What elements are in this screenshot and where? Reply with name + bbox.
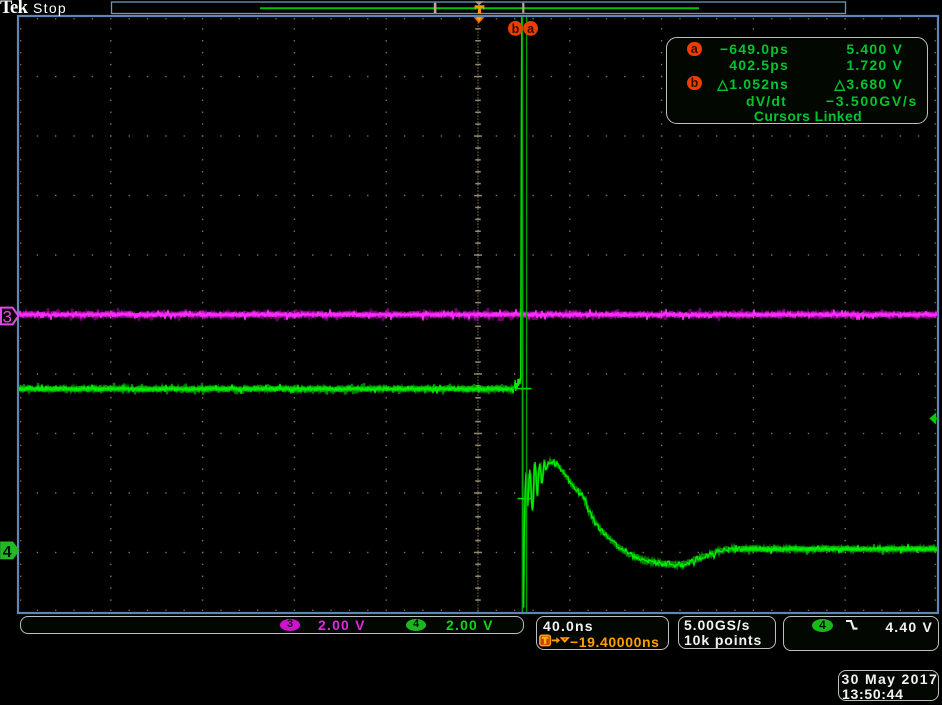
svg-text:4: 4 (3, 544, 12, 561)
svg-text:3: 3 (2, 307, 11, 326)
svg-text:b: b (512, 22, 520, 36)
svg-text:a: a (527, 22, 535, 36)
